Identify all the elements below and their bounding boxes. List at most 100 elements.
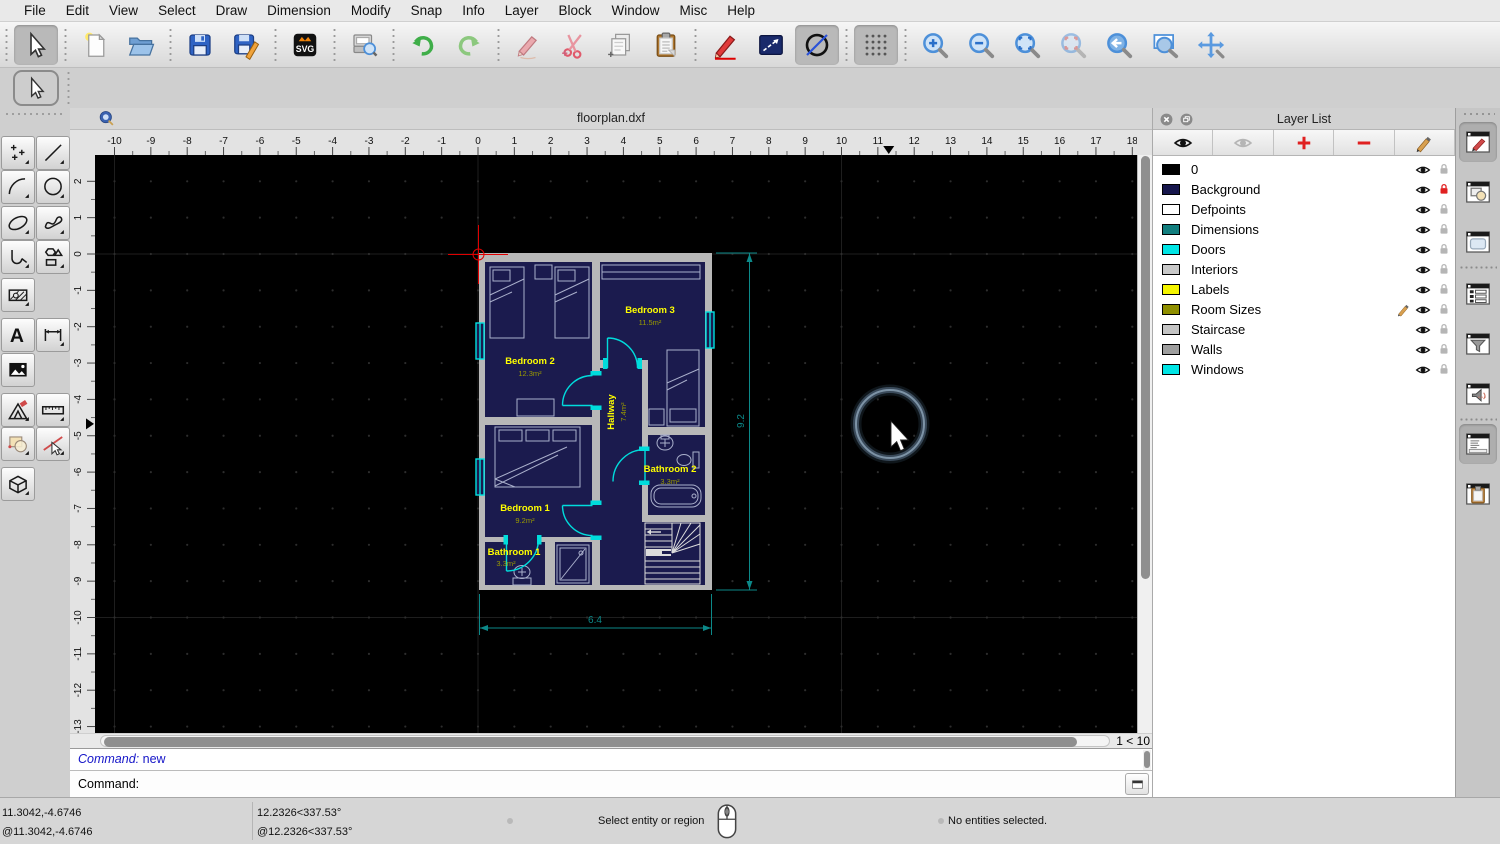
show-all-layers-button[interactable]: [1153, 130, 1214, 155]
zoom-auto-button[interactable]: [1005, 25, 1049, 65]
menu-layer[interactable]: Layer: [495, 3, 549, 18]
layer-visibility-eye-icon[interactable]: [1415, 182, 1431, 197]
layer-visibility-eye-icon[interactable]: [1415, 342, 1431, 357]
layer-locked-icon[interactable]: [1437, 182, 1451, 197]
tool-text-button[interactable]: A: [1, 318, 35, 352]
command-dock-button[interactable]: [1125, 773, 1149, 795]
tool-modify-button[interactable]: [36, 427, 70, 461]
paste-button[interactable]: [644, 25, 688, 65]
command-history-scrollbar[interactable]: [1143, 750, 1151, 770]
delete-entities-button[interactable]: [506, 25, 550, 65]
layer-visibility-eye-icon[interactable]: [1415, 162, 1431, 177]
layer-color-swatch[interactable]: [1162, 323, 1180, 335]
tool-arc-button[interactable]: [1, 170, 35, 204]
layer-color-swatch[interactable]: [1162, 163, 1180, 175]
palette-drag-handle[interactable]: [4, 112, 66, 116]
horizontal-scrollbar-thumb[interactable]: [104, 736, 1077, 747]
layer-row[interactable]: Room Sizes: [1153, 299, 1455, 319]
dock-drag-handle[interactable]: [1462, 112, 1495, 116]
zoom-previous-button[interactable]: [1051, 25, 1095, 65]
tool-blocks-button[interactable]: [1, 427, 35, 461]
menu-help[interactable]: Help: [717, 3, 765, 18]
tool-measure-button[interactable]: [36, 393, 70, 427]
document-titlebar[interactable]: floorplan.dxf: [70, 108, 1152, 130]
print-preview-button[interactable]: [342, 25, 386, 65]
layer-color-swatch[interactable]: [1162, 363, 1180, 375]
zoom-back-button[interactable]: [1097, 25, 1141, 65]
layer-color-swatch[interactable]: [1162, 283, 1180, 295]
draw-line-shape-button[interactable]: [749, 25, 793, 65]
zoom-pan-button[interactable]: [1189, 25, 1233, 65]
tool-hatch-button[interactable]: [1, 278, 35, 312]
pen-palette-toggle-button[interactable]: [1459, 122, 1497, 162]
cut-button[interactable]: [552, 25, 596, 65]
entity-list-toggle-button[interactable]: [1459, 274, 1497, 314]
menu-block[interactable]: Block: [549, 3, 602, 18]
layer-row[interactable]: Defpoints: [1153, 199, 1455, 219]
vertical-scrollbar-thumb[interactable]: [1140, 156, 1150, 579]
undo-button[interactable]: [401, 25, 445, 65]
tool-polygon-button[interactable]: [36, 240, 70, 274]
layer-visibility-eye-icon[interactable]: [1415, 322, 1431, 337]
tool-cad-tools-button[interactable]: [1, 393, 35, 427]
layer-unlocked-icon[interactable]: [1437, 302, 1451, 317]
drawing-canvas[interactable]: Bedroom 2 12.3m² Bedroom 3 11.5m² Bedroom 1 9…: [95, 155, 1137, 733]
export-svg-button[interactable]: SVG: [283, 25, 327, 65]
copy-button[interactable]: [598, 25, 642, 65]
library-browser-toggle-button[interactable]: [1459, 222, 1497, 262]
layer-color-swatch[interactable]: [1162, 243, 1180, 255]
select-arrow-button[interactable]: [14, 24, 58, 65]
command-input[interactable]: [139, 777, 1125, 791]
menu-edit[interactable]: Edit: [56, 3, 99, 18]
layer-unlocked-icon[interactable]: [1437, 322, 1451, 337]
tool-spline-button[interactable]: [36, 206, 70, 240]
layer-color-swatch[interactable]: [1162, 223, 1180, 235]
menu-window[interactable]: Window: [602, 3, 670, 18]
block-palette-toggle-button[interactable]: [1459, 172, 1497, 212]
layer-visibility-eye-icon[interactable]: [1415, 302, 1431, 317]
zoom-out-button[interactable]: [959, 25, 1003, 65]
layer-unlocked-icon[interactable]: [1437, 342, 1451, 357]
tool-points-button[interactable]: [1, 136, 35, 170]
menu-modify[interactable]: Modify: [341, 3, 401, 18]
layer-visibility-eye-icon[interactable]: [1415, 362, 1431, 377]
layer-unlocked-icon[interactable]: [1437, 362, 1451, 377]
new-file-button[interactable]: [73, 25, 117, 65]
menu-select[interactable]: Select: [148, 3, 206, 18]
menu-view[interactable]: View: [99, 3, 148, 18]
save-file-as-button[interactable]: [224, 25, 268, 65]
draw-circle-shape-button[interactable]: [795, 24, 839, 65]
draw-freehand-button[interactable]: [703, 25, 747, 65]
layer-visibility-eye-icon[interactable]: [1415, 262, 1431, 277]
layer-unlocked-icon[interactable]: [1437, 282, 1451, 297]
menu-snap[interactable]: Snap: [401, 3, 453, 18]
layer-color-swatch[interactable]: [1162, 183, 1180, 195]
layer-color-swatch[interactable]: [1162, 203, 1180, 215]
layer-color-swatch[interactable]: [1162, 303, 1180, 315]
edit-layer-button[interactable]: [1395, 130, 1456, 155]
tool-image-button[interactable]: [1, 353, 35, 387]
layer-row[interactable]: Labels: [1153, 279, 1455, 299]
layer-color-swatch[interactable]: [1162, 263, 1180, 275]
redo-button[interactable]: [447, 25, 491, 65]
open-file-button[interactable]: [119, 25, 163, 65]
menu-draw[interactable]: Draw: [206, 3, 258, 18]
command-widget-toggle-button[interactable]: [1459, 424, 1497, 464]
layer-row[interactable]: Staircase: [1153, 319, 1455, 339]
layer-visibility-eye-icon[interactable]: [1415, 202, 1431, 217]
save-file-button[interactable]: [178, 25, 222, 65]
clipboard-panel-toggle-button[interactable]: [1459, 474, 1497, 514]
layer-unlocked-icon[interactable]: [1437, 222, 1451, 237]
selection-tool-button[interactable]: [13, 70, 59, 106]
zoom-window-button[interactable]: [1143, 25, 1187, 65]
layer-row[interactable]: Windows: [1153, 359, 1455, 379]
selection-filter-toggle-button[interactable]: [1459, 324, 1497, 364]
layer-row[interactable]: Dimensions: [1153, 219, 1455, 239]
layer-row[interactable]: Walls: [1153, 339, 1455, 359]
tool-line-button[interactable]: [36, 136, 70, 170]
add-layer-button[interactable]: [1274, 130, 1335, 155]
menu-misc[interactable]: Misc: [670, 3, 718, 18]
menu-file[interactable]: File: [14, 3, 56, 18]
vertical-scrollbar[interactable]: [1137, 155, 1152, 733]
layer-color-swatch[interactable]: [1162, 343, 1180, 355]
